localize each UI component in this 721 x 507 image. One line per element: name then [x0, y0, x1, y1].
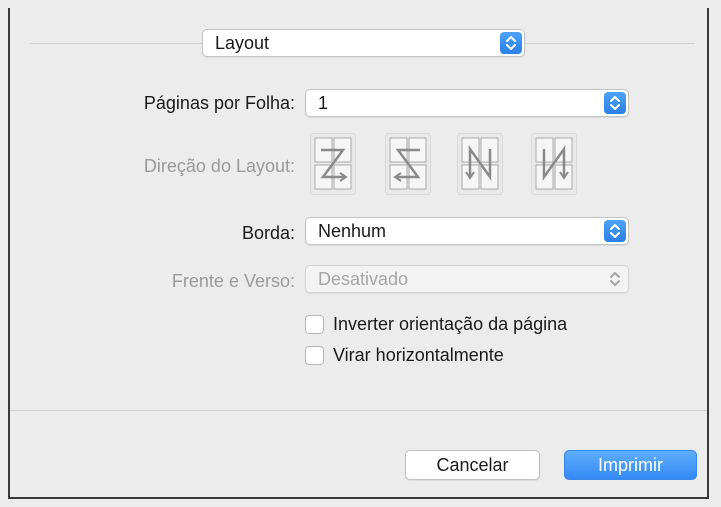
layout-z-order-button[interactable]	[310, 133, 356, 195]
border-value: Nenhum	[318, 221, 387, 241]
flip-horizontal-checkbox[interactable]	[305, 346, 324, 365]
pages-per-sheet-select[interactable]: 1	[305, 89, 629, 117]
panel-select-value: Layout	[215, 33, 270, 53]
border-select[interactable]: Nenhum	[305, 217, 629, 245]
pages-per-sheet-label: Páginas por Folha:	[143, 93, 295, 113]
print-dialog	[8, 8, 709, 499]
layout-direction-label: Direção do Layout:	[143, 156, 295, 176]
border-label: Borda:	[241, 223, 295, 243]
bottom-separator	[10, 410, 707, 411]
chevron-updown-icon	[604, 268, 626, 290]
z-order-icon	[314, 137, 352, 190]
two-sided-select[interactable]: Desativado	[305, 265, 629, 293]
layout-reverse-z-order-button[interactable]	[385, 133, 431, 195]
panel-select[interactable]: Layout	[202, 29, 525, 57]
cancel-button[interactable]: Cancelar	[405, 450, 540, 480]
reverse-z-order-icon	[389, 137, 427, 190]
chevron-updown-icon	[604, 92, 626, 114]
invert-orientation-checkbox[interactable]	[305, 315, 324, 334]
two-sided-value: Desativado	[318, 269, 409, 289]
n-order-icon	[461, 137, 499, 190]
layout-n-order-button[interactable]	[457, 133, 503, 195]
invert-orientation-label: Inverter orientação da página	[333, 314, 568, 334]
flip-horizontal-label: Virar horizontalmente	[333, 345, 504, 365]
pages-per-sheet-value: 1	[318, 93, 329, 113]
layout-reverse-n-order-button[interactable]	[531, 133, 577, 195]
reverse-n-order-icon	[535, 137, 573, 190]
top-separator-left	[30, 43, 202, 44]
top-separator-right	[525, 43, 695, 44]
two-sided-label: Frente e Verso:	[171, 271, 295, 291]
print-button[interactable]: Imprimir	[564, 450, 697, 480]
chevron-updown-icon	[604, 220, 626, 242]
chevron-updown-icon	[500, 32, 522, 54]
